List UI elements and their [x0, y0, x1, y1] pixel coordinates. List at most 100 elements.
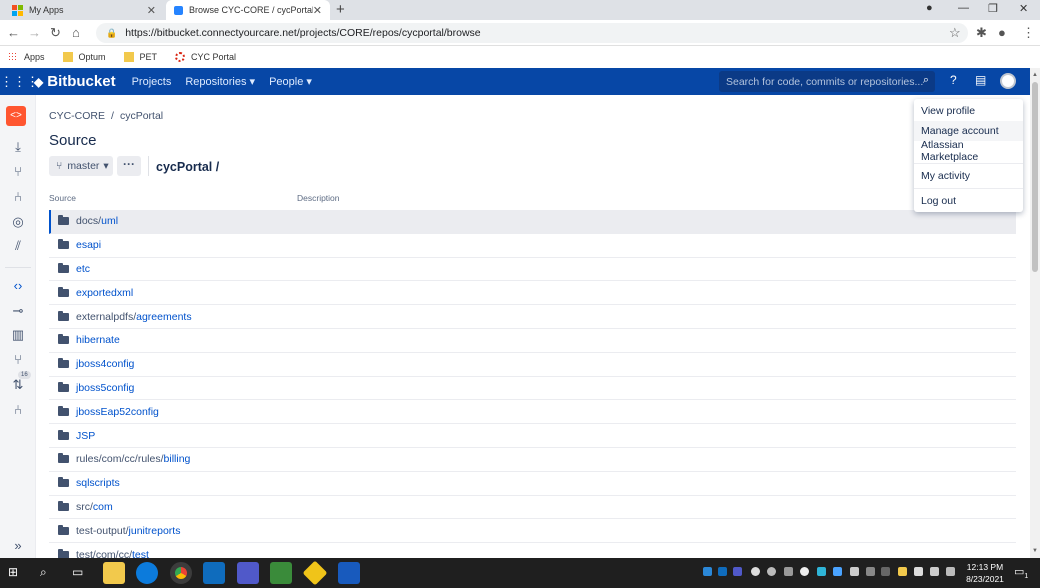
folder-link[interactable]: com	[93, 501, 113, 513]
nav-repositories[interactable]: Repositories ▾	[185, 75, 255, 88]
graph-icon[interactable]: ▥	[0, 327, 36, 343]
nav-people[interactable]: People ▾	[269, 75, 312, 88]
folder-link[interactable]: JSP	[76, 430, 95, 442]
table-row[interactable]: sqlscripts	[49, 472, 1016, 496]
close-window-icon[interactable]: ✕	[1019, 2, 1028, 15]
branch-selector[interactable]: ⑂ master ▾	[49, 156, 113, 176]
back-icon[interactable]: ←	[7, 25, 20, 40]
browser-tab-bitbucket[interactable]: Browse CYC-CORE / cycPortal - B ✕	[166, 0, 330, 20]
shield-icon[interactable]	[898, 567, 907, 576]
forks-icon[interactable]: ⑃	[0, 402, 36, 417]
nav-projects[interactable]: Projects	[132, 76, 172, 88]
project-avatar[interactable]: <>	[6, 106, 26, 126]
page-scrollbar[interactable]: ▲ ▼	[1030, 68, 1040, 558]
app-switcher-icon[interactable]: ⋮⋮⋮	[0, 74, 39, 90]
pull-requests-icon[interactable]: ⇅ 16	[0, 371, 36, 393]
table-row[interactable]: src/com	[49, 496, 1016, 520]
notepad-icon[interactable]	[270, 562, 292, 584]
word-icon[interactable]	[338, 562, 360, 584]
folder-link[interactable]: hibernate	[76, 334, 120, 346]
search-input[interactable]: Search for code, commits or repositories…	[719, 71, 935, 92]
teams-tray-icon[interactable]	[733, 567, 742, 576]
user-avatar[interactable]	[1000, 73, 1016, 89]
tray-app-icon[interactable]	[751, 567, 760, 576]
tray-app-icon[interactable]	[817, 567, 826, 576]
folder-link[interactable]: junitreports	[129, 525, 181, 537]
source-icon[interactable]: ‹›	[0, 278, 36, 293]
home-icon[interactable]: ⌂	[72, 25, 80, 40]
path-prefix[interactable]: rules/com/cc/rules/	[76, 453, 164, 465]
table-row[interactable]: esapi	[49, 234, 1016, 258]
folder-link[interactable]: etc	[76, 263, 90, 275]
profile-icon[interactable]: ●	[998, 25, 1006, 40]
table-row[interactable]: test/com/cc/test	[49, 543, 1016, 558]
url-input[interactable]: 🔒 https://bitbucket.connectyourcare.net/…	[96, 23, 968, 43]
bitbucket-logo[interactable]: ◆ Bitbucket	[34, 73, 116, 90]
folder-link[interactable]: exportedxml	[76, 287, 133, 299]
whats-new-icon[interactable]: ▤	[975, 73, 986, 87]
search-icon[interactable]: ⌕	[40, 565, 47, 580]
tray-app-icon[interactable]	[866, 567, 875, 576]
extensions-icon[interactable]: ✱	[976, 25, 987, 41]
bookmark-pet[interactable]: PET	[123, 52, 157, 62]
bookmark-star-icon[interactable]: ☆	[949, 25, 961, 41]
menu-log-out[interactable]: Log out	[914, 191, 1023, 211]
path-prefix[interactable]: externalpdfs/	[76, 311, 136, 323]
table-row[interactable]: externalpdfs/agreements	[49, 305, 1016, 329]
table-row[interactable]: etc	[49, 258, 1016, 282]
path-prefix[interactable]: src/	[76, 501, 93, 513]
menu-view-profile[interactable]: View profile	[914, 101, 1023, 121]
edge-icon[interactable]	[136, 562, 158, 584]
table-row[interactable]: jboss5config	[49, 377, 1016, 401]
bookmark-apps[interactable]: Apps	[8, 52, 45, 62]
folder-link[interactable]: billing	[164, 453, 191, 465]
task-view-icon[interactable]: ▭	[72, 565, 83, 579]
folder-link[interactable]: sqlscripts	[76, 477, 120, 489]
battery-icon[interactable]	[914, 567, 923, 576]
table-row[interactable]: docs/uml	[49, 210, 1016, 234]
create-pr-icon[interactable]: ⑂	[0, 164, 36, 179]
search-icon[interactable]: ⌕	[923, 74, 929, 87]
browser-tab-my-apps[interactable]: My Apps ✕	[4, 0, 164, 20]
network-icon[interactable]	[930, 567, 939, 576]
expand-sidebar-icon[interactable]: »	[0, 538, 36, 553]
path-prefix[interactable]: test/com/cc/	[76, 549, 132, 558]
insights-icon[interactable]: ⫽	[0, 238, 36, 254]
path-prefix[interactable]: docs/	[76, 215, 101, 227]
folder-link[interactable]: uml	[101, 215, 118, 227]
more-actions-button[interactable]: ···	[117, 156, 141, 176]
menu-my-activity[interactable]: My activity	[914, 166, 1023, 186]
menu-manage-account[interactable]: Manage account	[914, 121, 1023, 141]
breadcrumb-project[interactable]: CYC-CORE	[49, 110, 105, 122]
scroll-up-icon[interactable]: ▲	[1032, 72, 1038, 78]
table-row[interactable]: rules/com/cc/rules/billing	[49, 448, 1016, 472]
table-row[interactable]: jboss4config	[49, 353, 1016, 377]
table-row[interactable]: hibernate	[49, 329, 1016, 353]
table-row[interactable]: exportedxml	[49, 281, 1016, 306]
tray-app-icon[interactable]	[767, 567, 776, 576]
close-tab-icon[interactable]: ✕	[313, 4, 322, 17]
table-row[interactable]: test-output/junitreports	[49, 519, 1016, 544]
git-icon[interactable]	[302, 560, 328, 586]
menu-atlassian-marketplace[interactable]: Atlassian Marketplace	[914, 139, 1023, 163]
forward-icon[interactable]: →	[28, 25, 41, 40]
clone-icon[interactable]: ⤓	[0, 139, 36, 155]
compare-icon[interactable]: ◎	[0, 214, 36, 230]
minimize-icon[interactable]: —	[958, 2, 969, 14]
tray-app-icon[interactable]	[833, 567, 842, 576]
reload-icon[interactable]: ↻	[50, 25, 61, 41]
scroll-down-icon[interactable]: ▼	[1032, 548, 1038, 554]
fork-icon[interactable]: ⑃	[0, 189, 36, 204]
bookmark-cyc-portal[interactable]: CYC Portal	[175, 52, 236, 62]
teams-icon[interactable]	[237, 562, 259, 584]
scroll-thumb[interactable]	[1032, 82, 1038, 272]
security-icon[interactable]	[800, 567, 809, 576]
breadcrumb-repo[interactable]: cycPortal	[120, 110, 163, 122]
folder-link[interactable]: agreements	[136, 311, 191, 323]
folder-link[interactable]: esapi	[76, 239, 101, 251]
table-row[interactable]: jbossEap52config	[49, 400, 1016, 425]
system-clock[interactable]: 12:13 PM 8/23/2021	[963, 561, 1007, 585]
close-tab-icon[interactable]: ✕	[147, 4, 156, 17]
windows-start-icon[interactable]: ⊞	[8, 565, 18, 579]
outlook-tray-icon[interactable]	[718, 567, 727, 576]
